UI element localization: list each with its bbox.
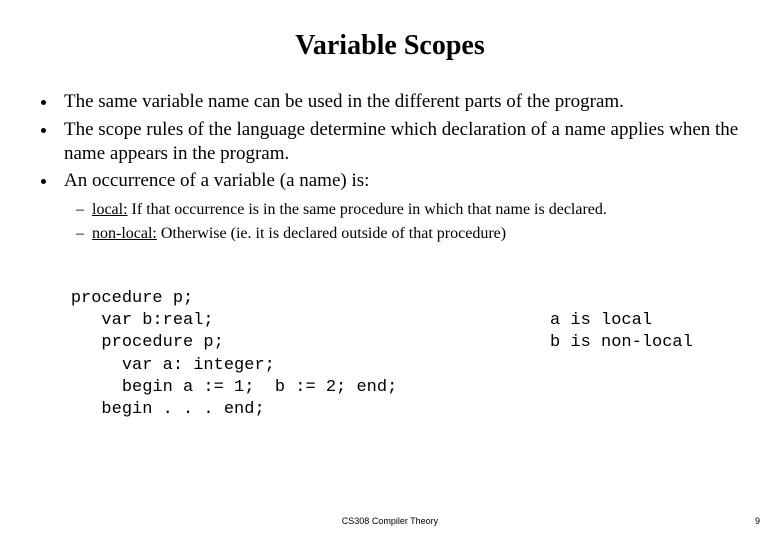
code-line: procedure p; [71,289,193,308]
code-line: begin a := 1; b := 2; end; [71,378,397,397]
sub-bullet-list: local: If that occurrence is in the same… [92,199,750,244]
bullet-text: An occurrence of a variable (a name) is: [64,170,369,191]
bullet-item: The scope rules of the language determin… [58,118,750,166]
code-lines: procedure p; var b:real; procedure p; va… [71,288,397,421]
sub-bullet-rest: If that occurrence is in the same proced… [128,201,607,218]
page-number: 9 [755,516,760,526]
main-bullet-list: The same variable name can be used in th… [58,90,750,244]
sub-bullet-item: local: If that occurrence is in the same… [92,199,750,221]
code-line: begin . . . end; [71,400,265,419]
code-block: procedure p; var b:real; procedure p; va… [30,266,750,465]
slide: Variable Scopes The same variable name c… [0,0,780,540]
annot-line: b is non-local [550,333,693,352]
slide-title: Variable Scopes [30,30,750,62]
sub-bullet-label: local: [92,201,128,218]
sub-bullet-item: non-local: Otherwise (ie. it is declared… [92,223,750,245]
code-annotation: a is local b is non-local [550,310,693,354]
sub-bullet-label: non-local: [92,225,157,242]
bullet-item: An occurrence of a variable (a name) is:… [58,169,750,244]
sub-bullet-rest: Otherwise (ie. it is declared outside of… [157,225,506,242]
footer-text: CS308 Compiler Theory [0,516,780,526]
bullet-item: The same variable name can be used in th… [58,90,750,114]
code-line: var b:real; [71,311,214,330]
annot-line: a is local [550,311,652,330]
code-line: var a: integer; [71,356,275,375]
code-line: procedure p; [71,333,224,352]
